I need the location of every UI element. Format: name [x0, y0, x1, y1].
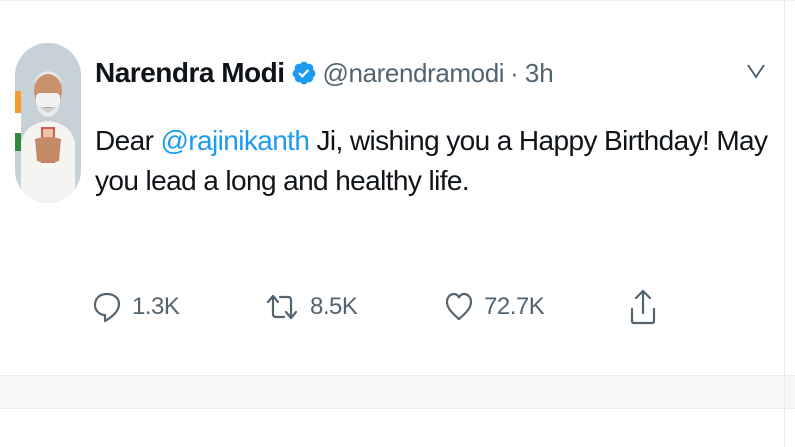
header-separator: ·: [510, 57, 519, 88]
tweet-text-before: Dear: [95, 125, 161, 156]
tweet-timestamp[interactable]: 3h: [525, 58, 554, 89]
like-count: 72.7K: [484, 293, 545, 320]
chevron-down-icon[interactable]: [742, 59, 770, 83]
retweet-icon: [266, 294, 298, 320]
author-name[interactable]: Narendra Modi: [95, 57, 285, 89]
retweet-count: 8.5K: [310, 293, 358, 320]
heart-icon: [445, 292, 473, 321]
reply-icon: [93, 292, 121, 323]
author-handle[interactable]: @narendramodi: [323, 58, 505, 89]
tweet-text: Dear @rajinikanth Ji, wishing you a Happ…: [95, 121, 785, 201]
feed-divider: [0, 375, 795, 409]
share-button[interactable]: [628, 279, 658, 335]
tweet-header: Narendra Modi @narendramodi · 3h: [95, 53, 554, 93]
avatar-image: [15, 43, 81, 203]
timeline-border: [784, 0, 785, 447]
verified-badge-icon: [291, 60, 317, 86]
retweet-button[interactable]: 8.5K: [264, 279, 358, 335]
next-tweet-area: [0, 409, 795, 447]
reply-button[interactable]: 1.3K: [92, 279, 180, 335]
reply-count: 1.3K: [132, 293, 180, 320]
author-avatar[interactable]: [15, 43, 81, 203]
share-icon: [630, 289, 656, 325]
mention-link[interactable]: @rajinikanth: [160, 125, 309, 156]
tweet-actions: 1.3K 8.5K 72.7K: [92, 279, 672, 335]
like-button[interactable]: 72.7K: [444, 279, 545, 335]
tweet-card[interactable]: Narendra Modi @narendramodi · 3h Dear @r…: [0, 0, 795, 375]
